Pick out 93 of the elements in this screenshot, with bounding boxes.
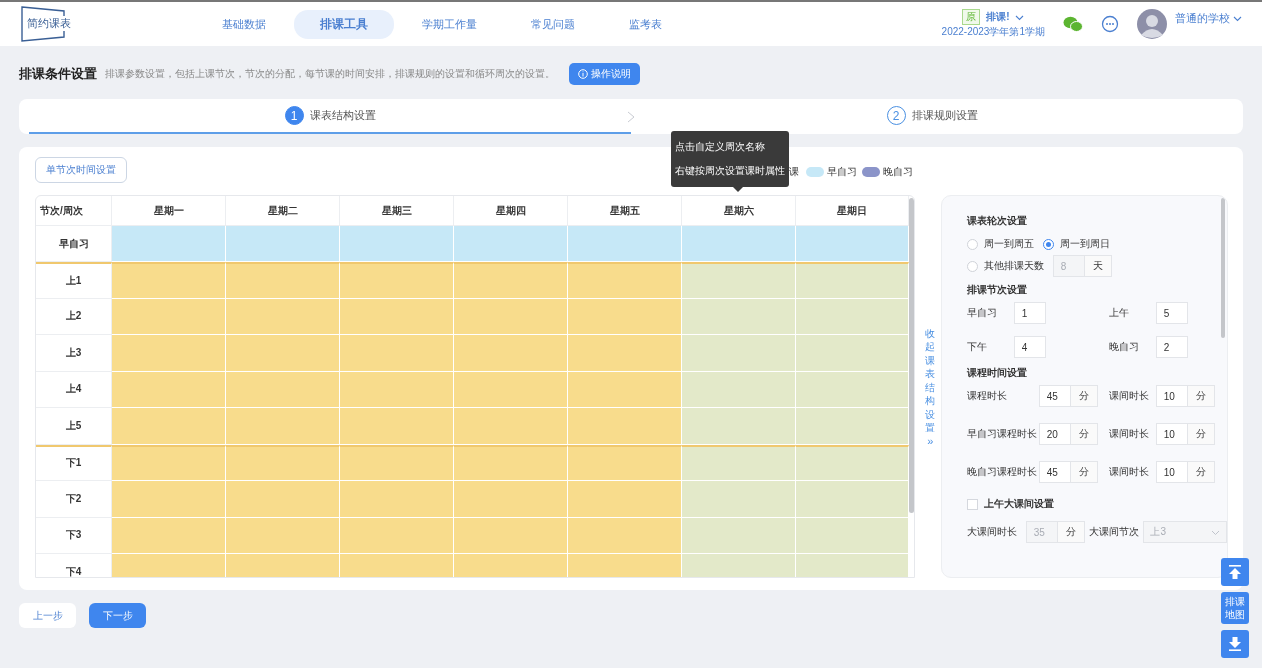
nav-tab[interactable]: 学期工作量	[396, 9, 503, 39]
field-label: 课间时长	[1108, 389, 1150, 403]
collapse-toggle[interactable]: 收起课表结构设置 »	[924, 195, 937, 578]
input-field[interactable]: 2	[1155, 336, 1188, 358]
tooltip-text: 点击自定义周次名称	[675, 140, 766, 154]
unit-label: 分	[1187, 385, 1215, 407]
page-description: 排课参数设置，包括上课节次，节次的分配，每节课的时间安排，排课规则的设置和循环周次的设置。	[105, 66, 555, 81]
avatar	[1137, 9, 1167, 39]
step-tab[interactable]: 1 课表结构设置	[29, 99, 631, 134]
field-label: 课间时长	[1108, 427, 1150, 441]
scrollbar[interactable]	[909, 198, 914, 513]
table-cell[interactable]	[796, 262, 909, 299]
input-field[interactable]: 10	[1155, 461, 1188, 483]
caret-icon	[1233, 14, 1242, 22]
unit-label: 分	[1070, 461, 1098, 483]
table-cell[interactable]	[226, 262, 340, 299]
field-label: 早自习	[966, 306, 998, 320]
page-title: 排课条件设置	[19, 64, 97, 83]
input-field[interactable]: 45	[1038, 461, 1071, 483]
table-cell[interactable]	[682, 444, 796, 481]
field-label: 课间时长	[1108, 465, 1150, 479]
period-time-button[interactable]: 单节次时间设置	[35, 157, 127, 183]
input-field[interactable]: 10	[1155, 423, 1188, 445]
table-cell[interactable]	[568, 262, 682, 299]
table-cell[interactable]	[340, 262, 454, 299]
field-label: 早自习课程时长	[966, 427, 1038, 441]
badge: 原	[962, 9, 981, 25]
input-field[interactable]: 20	[1038, 423, 1071, 445]
nav-tab[interactable]: 监考表	[603, 9, 688, 39]
back-to-top-button[interactable]	[1221, 558, 1249, 586]
input-field[interactable]: 1	[1013, 302, 1046, 324]
logo-text: 简约课表	[26, 16, 72, 31]
legend-label: 早自习	[827, 165, 857, 179]
tooltip-text: 右键按周次设置课时属性	[675, 164, 785, 178]
table-cell[interactable]	[112, 262, 226, 299]
unit-label: 分	[1187, 423, 1215, 445]
unit-label: 分	[1070, 423, 1098, 445]
caret-icon	[1015, 13, 1025, 21]
field-label: 晚自习课程时长	[966, 465, 1038, 479]
input-field[interactable]: 5	[1155, 302, 1188, 324]
section-title: 排课节次设置	[966, 283, 1028, 297]
previous-button[interactable]: 上一步	[19, 603, 76, 628]
section-title: 课程时间设置	[966, 366, 1028, 380]
unit-label: 分	[1057, 521, 1085, 543]
input-field[interactable]: 4	[1013, 336, 1046, 358]
legend-label: 课	[789, 165, 799, 179]
scrollbar[interactable]	[1221, 198, 1225, 338]
field-label: 晚自习	[1108, 340, 1140, 354]
input-field[interactable]: 45	[1038, 385, 1071, 407]
radio-label: 周一到周五	[983, 237, 1034, 251]
unit-label: 分	[1070, 385, 1098, 407]
download-icon	[1228, 637, 1242, 651]
table-cell[interactable]	[568, 444, 682, 481]
schedule-map-button[interactable]: 排课地图	[1221, 592, 1249, 624]
field-label: 大课间节次	[1088, 525, 1140, 539]
nav-tab[interactable]: 基础数据	[196, 9, 292, 39]
schedule-name[interactable]: 排课!	[986, 10, 1010, 24]
radio-button[interactable]	[1042, 238, 1054, 250]
table-header: 节次/周次	[36, 196, 112, 226]
table-cell[interactable]	[340, 444, 454, 481]
field-label: 下午	[966, 340, 988, 354]
nav-tab[interactable]: 常见问题	[505, 9, 601, 39]
chevron-icon	[627, 110, 635, 123]
term-label: 2022-2023学年第1学期	[941, 25, 1045, 39]
table-cell[interactable]	[454, 262, 568, 299]
section-title: 课表轮次设置	[966, 214, 1028, 228]
unit-label: 分	[1187, 461, 1215, 483]
checkbox-label: 上午大课间设置	[983, 497, 1054, 511]
wechat-icon	[1063, 16, 1083, 32]
legend-label: 晚自习	[883, 165, 913, 179]
table-cell[interactable]	[454, 444, 568, 481]
arrow-up-icon	[1228, 565, 1242, 579]
input-field[interactable]: 10	[1155, 385, 1188, 407]
info-icon	[578, 68, 588, 79]
school-name[interactable]: 普通的学校	[1175, 10, 1230, 26]
caret-icon	[1211, 528, 1220, 536]
table-cell[interactable]	[112, 444, 226, 481]
step-tab[interactable]: 2 排课规则设置	[631, 99, 1233, 134]
table-cell[interactable]	[226, 444, 340, 481]
nav-tab[interactable]: 排课工具	[294, 9, 394, 39]
radio-label: 周一到周日	[1059, 237, 1110, 251]
field-label: 上午	[1108, 306, 1130, 320]
table-cell[interactable]	[682, 262, 796, 299]
field-label: 课程时长	[966, 389, 1008, 403]
help-button[interactable]: 操作说明	[569, 62, 640, 85]
next-button[interactable]: 下一步	[89, 603, 146, 628]
download-button[interactable]	[1221, 630, 1249, 658]
radio-label: 其他排课天数	[983, 259, 1044, 273]
field-label: 大课间时长	[966, 525, 1018, 539]
checkbox[interactable]	[966, 498, 978, 510]
unit-label: 天	[1084, 255, 1112, 277]
table-cell[interactable]	[796, 444, 909, 481]
chat-icon	[1101, 15, 1119, 33]
